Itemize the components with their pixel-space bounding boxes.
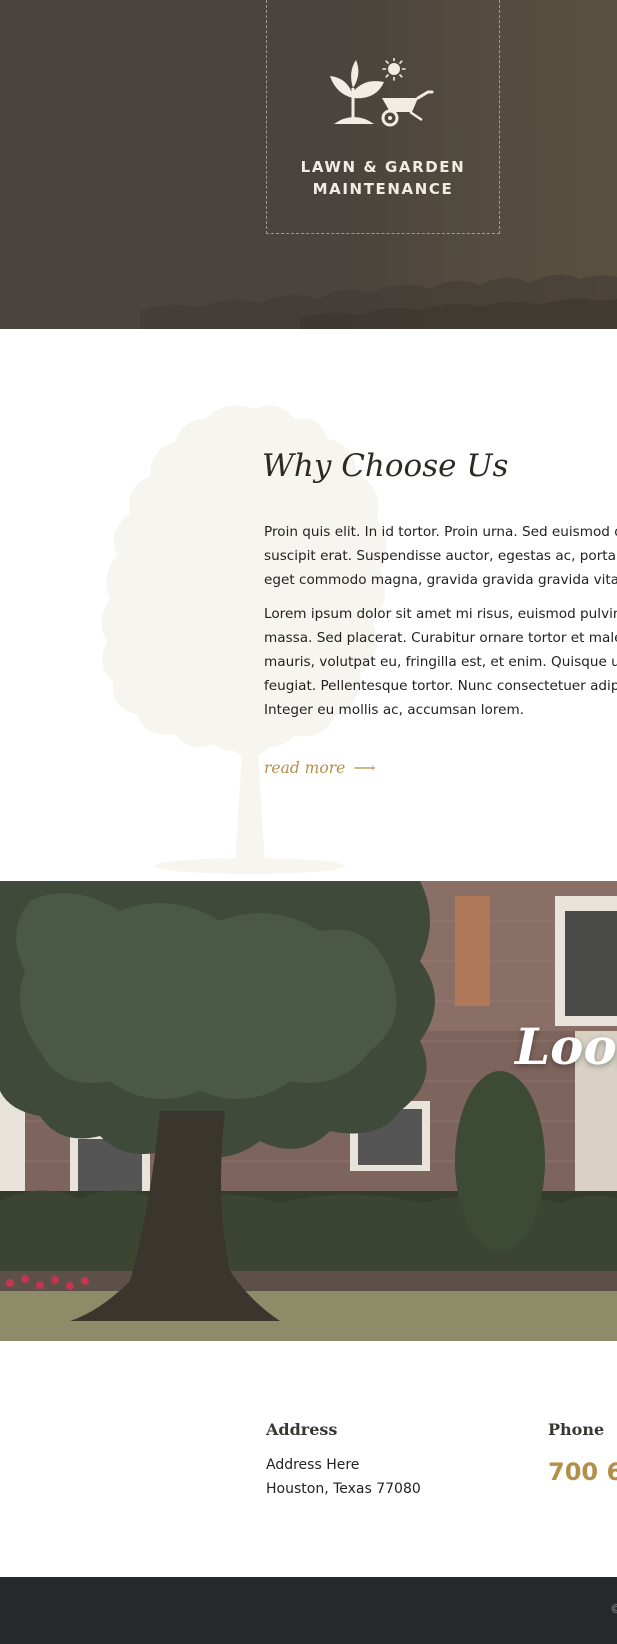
why-choose-us-title: Why Choose Us [262, 448, 509, 484]
why-paragraph-2: Lorem ipsum dolor sit amet mi risus, eui… [264, 602, 617, 722]
phone-number-link[interactable]: 700 60 [548, 1458, 617, 1486]
paragraph-line: feugiat. Pellentesque tortor. Nunc conse… [264, 678, 617, 694]
copyright-text: © [610, 1602, 617, 1616]
service-card[interactable]: LAWN & GARDEN MAINTENANCE [266, 0, 500, 234]
read-more-link[interactable]: read more ⟶ [264, 759, 376, 777]
paragraph-line: mauris, volutpat eu, fringilla est, et e… [264, 654, 617, 670]
plant-wheelbarrow-sun-icon [330, 58, 434, 127]
service-title: LAWN & GARDEN MAINTENANCE [267, 156, 499, 200]
paragraph-line: massa. Sed placerat. Curabitur ornare to… [264, 630, 617, 646]
arrow-right-icon: ⟶ [353, 759, 376, 777]
service-title-line1: LAWN & GARDEN [300, 158, 466, 176]
footer: © [0, 1577, 617, 1644]
paragraph-line: suscipit erat. Suspendisse auctor, egest… [264, 548, 617, 564]
read-more-label: read more [264, 759, 346, 777]
hero-section: LAWN & GARDEN MAINTENANCE [0, 0, 617, 329]
treeline-silhouette [140, 274, 617, 329]
service-title-line2: MAINTENANCE [312, 180, 454, 198]
house-tree-photo [0, 881, 617, 1341]
paragraph-line: Integer eu mollis ac, accumsan lorem. [264, 702, 525, 718]
paragraph-line: eget commodo magna, gravida gravida grav… [264, 572, 617, 588]
photo-banner-heading: Look [515, 1017, 617, 1076]
address-line-2: Houston, Texas 77080 [266, 1481, 421, 1497]
phone-heading: Phone [548, 1420, 605, 1439]
why-paragraph-1: Proin quis elit. In id tortor. Proin urn… [264, 520, 617, 592]
house-photo-banner: Look [0, 881, 617, 1341]
why-choose-us-section: Why Choose Us Proin quis elit. In id tor… [0, 329, 617, 881]
paragraph-line: Lorem ipsum dolor sit amet mi risus, eui… [264, 606, 617, 622]
paragraph-line: Proin quis elit. In id tortor. Proin urn… [264, 524, 617, 540]
contact-section: Address Address Here Houston, Texas 7708… [0, 1341, 617, 1577]
address-heading: Address [266, 1420, 338, 1439]
address-line-1: Address Here [266, 1457, 360, 1473]
